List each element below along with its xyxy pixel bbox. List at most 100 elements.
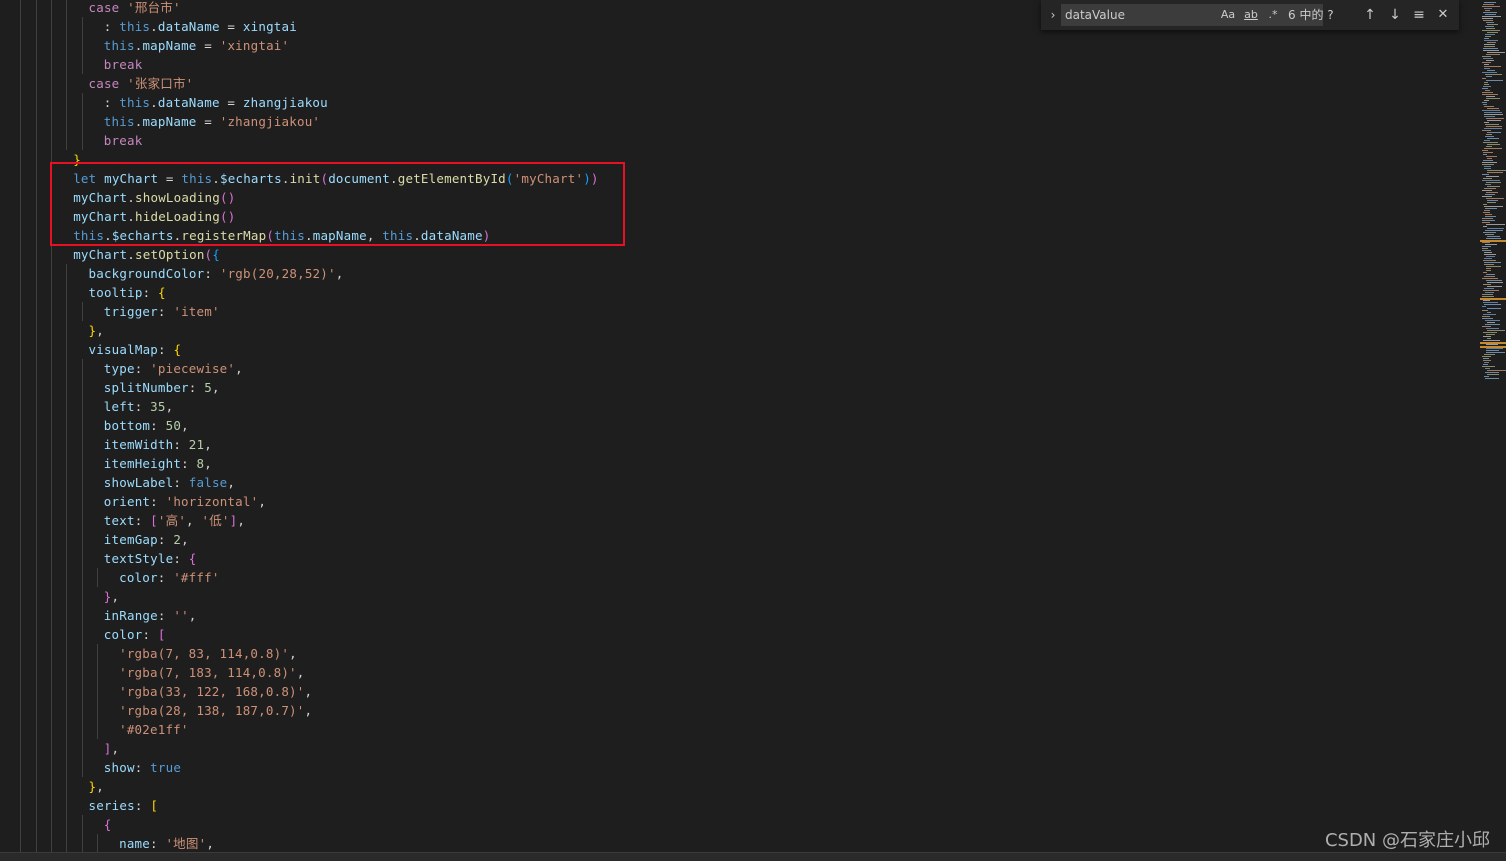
indent-guide (20, 283, 22, 302)
indent-guide (20, 0, 22, 17)
indent-guide (35, 131, 37, 150)
code-editor[interactable]: case '邢台市': this.dataName = xingtai this.… (0, 0, 1480, 852)
minimap-line (1482, 250, 1491, 251)
minimap-line (1487, 32, 1498, 33)
indent-guide (35, 549, 37, 568)
minimap-line (1484, 210, 1490, 211)
indent-guide (66, 264, 68, 283)
minimap-line (1482, 78, 1486, 79)
indent-guide (20, 549, 22, 568)
minimap-line (1486, 176, 1499, 177)
minimap-line (1482, 316, 1490, 317)
minimap-line (1484, 376, 1489, 377)
minimap-line (1484, 100, 1489, 101)
indent-guide (35, 207, 37, 226)
code-token: 5 (204, 380, 212, 395)
code-token: = (219, 19, 243, 34)
minimap-line (1483, 154, 1487, 155)
previous-match-icon[interactable]: ↑ (1360, 5, 1380, 25)
indent-guide (50, 131, 52, 150)
indent-guide (35, 55, 37, 74)
indent-guide (81, 416, 83, 435)
code-token: itemHeight (103, 456, 182, 471)
minimap-line (1485, 378, 1499, 379)
code-token: '地图' (165, 836, 207, 851)
indent-guide (81, 758, 83, 777)
code-token: break (103, 133, 143, 148)
code-token: color (119, 570, 158, 585)
indent-guide (35, 283, 37, 302)
minimap-line (1482, 294, 1493, 295)
indent-guide (50, 321, 52, 340)
minimap-line (1483, 336, 1491, 337)
whole-word-icon[interactable]: ab (1241, 7, 1261, 23)
indent-guide (20, 74, 22, 93)
minimap-line (1482, 218, 1493, 219)
code-text: backgroundColor: 'rgb(20,28,52)', (89, 264, 344, 283)
indent-guide (66, 0, 68, 17)
indent-guide (66, 834, 68, 852)
minimap-line (1486, 60, 1494, 61)
code-token: series (88, 798, 135, 813)
code-text: type: 'piecewise', (104, 359, 243, 378)
minimap-line (1486, 238, 1501, 239)
find-input[interactable]: dataValue (1065, 4, 1215, 26)
minimap-line (1482, 246, 1491, 247)
code-token: , (96, 323, 104, 338)
code-token: itemGap (103, 532, 158, 547)
code-token: 50 (165, 418, 182, 433)
minimap-line (1483, 302, 1498, 303)
code-token: '张家口市' (127, 76, 194, 91)
indent-guide (20, 36, 22, 55)
indent-guide (66, 492, 68, 511)
indent-guide (20, 321, 22, 340)
minimap-line (1483, 272, 1487, 273)
minimap-line (1482, 318, 1493, 319)
minimap-line (1486, 344, 1498, 345)
indent-guide (81, 720, 83, 739)
minimap-line (1485, 90, 1490, 91)
code-token: , (304, 684, 313, 699)
code-token: 'rgba(33, 122, 168,0.8)' (119, 684, 305, 699)
indent-guide (50, 340, 52, 359)
highlight-annotation-box (50, 162, 625, 246)
minimap-line (1486, 270, 1491, 271)
minimap-line (1485, 292, 1494, 293)
minimap-line (1483, 212, 1490, 213)
indent-guide (81, 131, 83, 150)
minimap-line (1482, 310, 1488, 311)
code-token: tooltip (88, 285, 143, 300)
code-token: false (188, 475, 228, 490)
close-icon[interactable]: ✕ (1433, 5, 1453, 25)
toggle-replace-icon[interactable]: › (1047, 6, 1059, 24)
find-input-box[interactable]: dataValue Aa ab .* (1061, 4, 1323, 26)
indent-guide (35, 226, 37, 245)
minimap-line (1482, 242, 1490, 243)
minimap-line (1487, 286, 1502, 287)
indent-guide (20, 55, 22, 74)
indent-guide (35, 188, 37, 207)
minimap-line (1486, 198, 1504, 199)
minimap-line (1486, 182, 1501, 183)
next-match-icon[interactable]: ↓ (1385, 5, 1405, 25)
code-token: , (296, 665, 305, 680)
code-token: { (212, 247, 221, 262)
code-token: 'rgba(7, 183, 114,0.8)' (119, 665, 297, 680)
code-text: }, (104, 587, 119, 606)
minimap-line (1486, 98, 1500, 99)
indent-guide (50, 473, 52, 492)
indent-guide (81, 492, 83, 511)
code-token: : (157, 304, 174, 319)
indent-guide (20, 454, 22, 473)
indent-guide (66, 74, 68, 93)
indent-guide (50, 264, 52, 283)
minimap-line (1483, 12, 1497, 13)
match-case-icon[interactable]: Aa (1219, 7, 1237, 23)
minimap-line (1483, 332, 1497, 333)
indent-guide (66, 359, 68, 378)
minimap-line (1487, 144, 1500, 145)
minimap[interactable] (1480, 0, 1506, 852)
minimap-line (1487, 370, 1506, 371)
find-in-selection-icon[interactable]: ≡ (1409, 5, 1429, 25)
regex-icon[interactable]: .* (1265, 7, 1281, 23)
